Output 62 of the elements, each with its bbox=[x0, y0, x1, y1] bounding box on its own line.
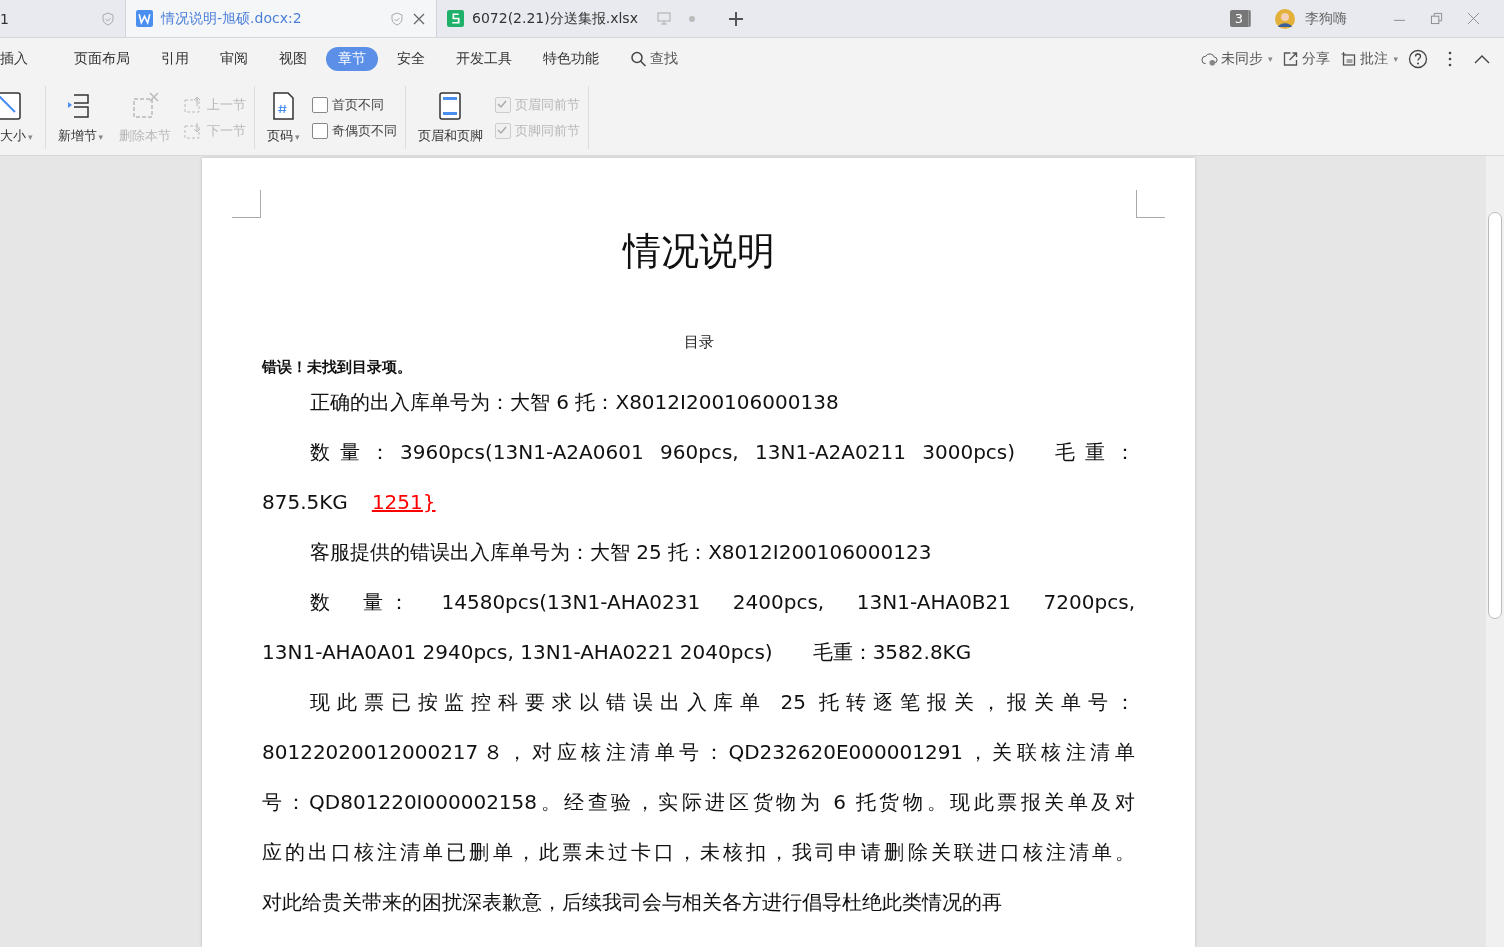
text-line: 正确的出入库单号为：大智 6 托：X8012I200106000138 bbox=[310, 389, 839, 416]
header-footer-button[interactable]: 页眉和页脚 bbox=[409, 80, 491, 155]
monitor-icon bbox=[655, 10, 672, 27]
dot-icon bbox=[687, 14, 696, 23]
text-line: 客服提供的错误出入库单号为：大智 25 托：X8012I200106000123 bbox=[310, 539, 932, 566]
share-button[interactable]: 分享 bbox=[1282, 50, 1331, 68]
text-line: 875.5KG bbox=[262, 489, 348, 516]
margin-corner-mark bbox=[1136, 190, 1165, 218]
search-icon bbox=[630, 51, 647, 67]
shield-icon bbox=[390, 11, 404, 26]
text-line: 对此给贵关带来的困扰深表歉意，后续我司会与相关各方进行倡导杜绝此类情况的再 bbox=[262, 889, 1002, 916]
text-line: 13N1-AHA0A01 2940pcs, 13N1-AHA0221 2040pcs) 毛重：3582.8KG bbox=[262, 639, 972, 666]
ribbon-tab[interactable]: 视图 bbox=[267, 47, 319, 71]
writer-icon bbox=[136, 10, 153, 27]
comment-icon bbox=[1340, 51, 1358, 67]
spreadsheet-icon bbox=[447, 10, 464, 27]
close-icon[interactable] bbox=[412, 11, 426, 26]
text-line: 数 量： 14580pcs(13N1-AHA0231 2400pcs, 13N1-AHA0B21 7200pcs, bbox=[310, 589, 1135, 616]
ribbon-tab[interactable]: 特色功能 bbox=[531, 47, 611, 71]
avatar[interactable] bbox=[1275, 8, 1295, 29]
text-line: 80122020012000217８，对应核注清单号：QD232620E000001291，关联核注清单 bbox=[262, 739, 1135, 766]
text-line: 号：QD801220I000002158。经查验，实际进区货物为 6 托货物。现此票报关单及对 bbox=[262, 789, 1135, 816]
page-size-button[interactable]: 大小▾ bbox=[0, 80, 41, 155]
toc-heading: 目录 bbox=[682, 333, 715, 352]
comment-button[interactable]: 批注 ▾ bbox=[1340, 50, 1398, 68]
document-tab[interactable]: 6072(2.21)分送集报.xlsx bbox=[437, 0, 642, 37]
document-title: 情况说明 bbox=[621, 228, 776, 275]
text-line: 应的出口核注清单已删单，此票未过卡口，未核扣，我司申请删除关联进口核注清单。 bbox=[262, 839, 1135, 866]
new-section-button[interactable]: 新增节▾ bbox=[49, 80, 112, 155]
ribbon-tab[interactable]: 插入 bbox=[0, 47, 40, 71]
close-icon[interactable] bbox=[1467, 12, 1480, 25]
page-number-button[interactable]: 页码▾ bbox=[259, 80, 308, 155]
checkbox[interactable] bbox=[311, 96, 328, 113]
checkbox[interactable] bbox=[311, 122, 328, 139]
share-icon bbox=[1282, 51, 1300, 67]
ribbon-tab[interactable]: 引用 bbox=[149, 47, 201, 71]
checkbox-option[interactable]: 首页不同 bbox=[311, 95, 397, 114]
section-delete-icon bbox=[130, 90, 161, 121]
ribbon-tab[interactable]: 安全 bbox=[385, 47, 437, 71]
window-count[interactable]: 3 bbox=[1229, 10, 1251, 27]
shield-icon bbox=[101, 11, 115, 26]
scrollbar[interactable] bbox=[1486, 156, 1504, 947]
sync-button[interactable]: 未同步 ▾ bbox=[1200, 50, 1273, 68]
checkbox-option[interactable]: 奇偶页不同 bbox=[311, 121, 397, 140]
ribbon-tab[interactable]: 开发工具 bbox=[444, 47, 524, 71]
tab-title: 情况说明-旭硕.docx:2 bbox=[161, 9, 303, 28]
help-icon[interactable] bbox=[1408, 49, 1428, 69]
ribbon-tab[interactable]: 页面布局 bbox=[62, 47, 142, 71]
margin-corner-mark bbox=[232, 190, 261, 218]
text-line: 现此票已按监控科要求以错误出入库单 25 托转逐笔报关，报关单号： bbox=[310, 689, 1135, 716]
cloud-icon bbox=[1200, 51, 1218, 67]
ribbon-tab[interactable]: 审阅 bbox=[208, 47, 260, 71]
search-button[interactable]: 查找 bbox=[618, 47, 690, 71]
user-name[interactable]: 李狗嗨 bbox=[1305, 9, 1347, 28]
toc-error: 错误！未找到目录项。 bbox=[262, 358, 413, 377]
text-line: 数量：3960pcs(13N1-A2A0601 960pcs, 13N1-A2A0211 3000pcs) 毛重： bbox=[310, 439, 1135, 466]
restore-icon[interactable] bbox=[1430, 12, 1443, 25]
add-tab-icon[interactable] bbox=[727, 10, 744, 27]
tab-title: 6072(2.21)分送集报.xlsx bbox=[472, 9, 638, 28]
inserted-text: 1251} bbox=[371, 489, 436, 516]
tab-title: 1 bbox=[0, 10, 10, 27]
document-tab[interactable]: 情况说明-旭硕.docx:2 bbox=[126, 0, 437, 37]
